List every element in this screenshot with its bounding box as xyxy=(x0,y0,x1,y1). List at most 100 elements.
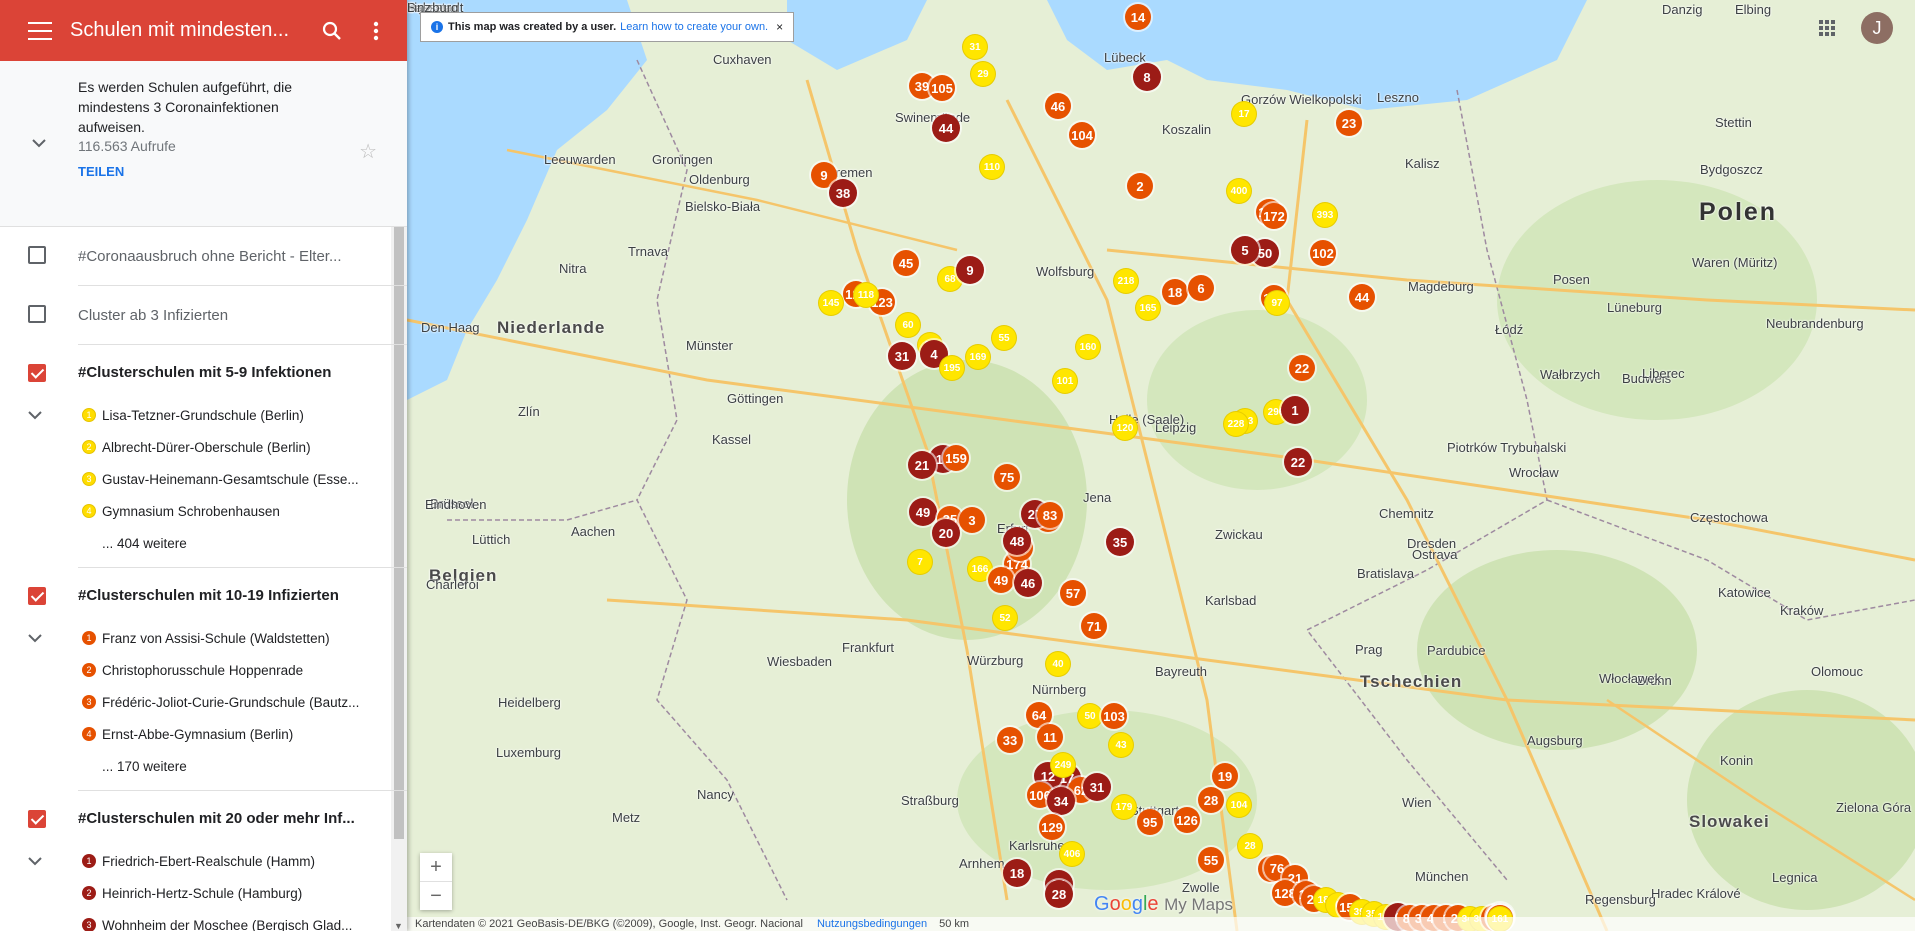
cluster-marker-red[interactable]: 34 xyxy=(1047,787,1075,815)
cluster-marker-red[interactable]: 48 xyxy=(1003,527,1031,555)
search-icon[interactable] xyxy=(320,19,344,43)
cluster-marker-yellow[interactable]: 104 xyxy=(1227,793,1251,817)
list-item[interactable]: 1 Franz von Assisi-Schule (Waldstetten) xyxy=(78,622,407,654)
collapse-chevron-icon[interactable] xyxy=(28,411,42,420)
cluster-marker-red[interactable]: 18 xyxy=(1003,859,1031,887)
star-icon[interactable]: ☆ xyxy=(359,139,377,164)
cluster-marker-orange[interactable]: 126 xyxy=(1174,807,1200,833)
cluster-marker-red[interactable]: 49 xyxy=(909,498,937,526)
cluster-marker-yellow[interactable]: 40 xyxy=(1046,652,1070,676)
more-items-link[interactable]: ... 404 weitere xyxy=(78,527,407,559)
cluster-marker-orange[interactable]: 129 xyxy=(1039,814,1065,840)
cluster-marker-orange[interactable]: 3 xyxy=(959,507,985,533)
layer-coronaausbruch[interactable]: #Coronaausbruch ohne Bericht - Elter... xyxy=(28,227,407,286)
cluster-marker-orange[interactable]: 83 xyxy=(1037,502,1063,528)
list-item[interactable]: 4 Ernst-Abbe-Gymnasium (Berlin) xyxy=(78,718,407,750)
layer-checkbox[interactable] xyxy=(28,305,46,323)
list-item[interactable]: 1 Lisa-Tetzner-Grundschule (Berlin) xyxy=(78,399,407,431)
cluster-marker-yellow[interactable]: 218 xyxy=(1114,269,1138,293)
cluster-marker-yellow[interactable]: 31 xyxy=(963,35,987,59)
cluster-marker-yellow[interactable]: 400 xyxy=(1227,179,1251,203)
layer-title[interactable]: Cluster ab 3 Infizierten xyxy=(78,307,368,324)
cluster-marker-orange[interactable]: 14 xyxy=(1125,4,1151,30)
cluster-marker-yellow[interactable]: 195 xyxy=(940,356,964,380)
cluster-marker-yellow[interactable]: 406 xyxy=(1060,842,1084,866)
cluster-marker-orange[interactable]: 103 xyxy=(1101,703,1127,729)
cluster-marker-orange[interactable]: 11 xyxy=(1037,724,1063,750)
share-button[interactable]: TEILEN xyxy=(78,164,367,179)
cluster-marker-yellow[interactable]: 160 xyxy=(1076,335,1100,359)
cluster-marker-yellow[interactable]: 28 xyxy=(1238,834,1262,858)
cluster-marker-yellow[interactable]: 228 xyxy=(1224,412,1248,436)
cluster-marker-red[interactable]: 22 xyxy=(1284,448,1312,476)
layer-clusterschulen-20-plus[interactable]: #Clusterschulen mit 20 oder mehr Inf... xyxy=(28,791,407,845)
cluster-marker-orange[interactable]: 95 xyxy=(1137,809,1163,835)
cluster-marker-yellow[interactable]: 17 xyxy=(1232,102,1256,126)
cluster-marker-orange[interactable]: 102 xyxy=(1310,240,1336,266)
cluster-marker-yellow[interactable]: 169 xyxy=(966,345,990,369)
cluster-marker-yellow[interactable]: 97 xyxy=(1265,291,1289,315)
cluster-marker-yellow[interactable]: 393 xyxy=(1313,203,1337,227)
cluster-marker-orange[interactable]: 23 xyxy=(1336,110,1362,136)
cluster-marker-orange[interactable]: 6 xyxy=(1188,275,1214,301)
list-item[interactable]: 1 Friedrich-Ebert-Realschule (Hamm) xyxy=(78,845,407,877)
list-item[interactable]: 3 Frédéric-Joliot-Curie-Grundschule (Baut… xyxy=(78,686,407,718)
list-item[interactable]: 4 Gymnasium Schrobenhausen xyxy=(78,495,407,527)
layer-title[interactable]: #Clusterschulen mit 5-9 Infektionen xyxy=(78,364,368,381)
list-item[interactable]: 2 Heinrich-Hertz-Schule (Hamburg) xyxy=(78,877,407,909)
terms-link[interactable]: Nutzungsbedingungen xyxy=(817,918,927,930)
cluster-marker-yellow[interactable]: 101 xyxy=(1053,369,1077,393)
layer-checkbox[interactable] xyxy=(28,364,46,382)
cluster-marker-red[interactable]: 1 xyxy=(1281,396,1309,424)
close-icon[interactable]: × xyxy=(776,20,783,34)
cluster-marker-yellow[interactable]: 165 xyxy=(1136,296,1160,320)
list-item[interactable]: 2 Albrecht-Dürer-Oberschule (Berlin) xyxy=(78,431,407,463)
cluster-marker-orange[interactable]: 2 xyxy=(1127,173,1153,199)
cluster-marker-red[interactable]: 46 xyxy=(1014,569,1042,597)
cluster-marker-red[interactable]: 28 xyxy=(1045,880,1073,908)
cluster-marker-orange[interactable]: 71 xyxy=(1081,613,1107,639)
collapse-chevron-icon[interactable] xyxy=(32,139,46,148)
cluster-marker-orange[interactable]: 22 xyxy=(1289,355,1315,381)
cluster-marker-yellow[interactable]: 118 xyxy=(854,283,878,307)
layer-title[interactable]: #Coronaausbruch ohne Bericht - Elter... xyxy=(78,248,368,265)
more-items-link[interactable]: ... 170 weitere xyxy=(78,750,407,782)
apps-grid-icon[interactable] xyxy=(1819,20,1835,36)
layer-clusterschulen-5-9[interactable]: #Clusterschulen mit 5-9 Infektionen xyxy=(28,345,407,399)
cluster-marker-orange[interactable]: 46 xyxy=(1045,93,1071,119)
cluster-marker-orange[interactable]: 105 xyxy=(929,75,955,101)
cluster-marker-yellow[interactable]: 7 xyxy=(908,550,932,574)
cluster-marker-yellow[interactable]: 50 xyxy=(1078,704,1102,728)
cluster-marker-yellow[interactable]: 43 xyxy=(1109,733,1133,757)
layer-checkbox[interactable] xyxy=(28,246,46,264)
cluster-marker-yellow[interactable]: 179 xyxy=(1112,795,1136,819)
cluster-marker-orange[interactable]: 18 xyxy=(1162,279,1188,305)
map-canvas[interactable]: Niederlande Belgien Tschechien Slowakei Pole… xyxy=(407,0,1915,931)
cluster-marker-yellow[interactable]: 145 xyxy=(819,291,843,315)
cluster-marker-red[interactable]: 8 xyxy=(1133,63,1161,91)
cluster-marker-red[interactable]: 5 xyxy=(1231,236,1259,264)
cluster-marker-orange[interactable]: 44 xyxy=(1349,284,1375,310)
cluster-marker-orange[interactable]: 159 xyxy=(943,445,969,471)
cluster-marker-red[interactable]: 44 xyxy=(932,114,960,142)
collapse-chevron-icon[interactable] xyxy=(28,634,42,643)
cluster-marker-orange[interactable]: 55 xyxy=(1198,847,1224,873)
avatar[interactable]: J xyxy=(1861,12,1893,44)
cluster-marker-red[interactable]: 31 xyxy=(888,342,916,370)
cluster-marker-yellow[interactable]: 29 xyxy=(971,62,995,86)
cluster-marker-yellow[interactable]: 120 xyxy=(1113,416,1137,440)
cluster-marker-yellow[interactable]: 249 xyxy=(1051,753,1075,777)
cluster-marker-red[interactable]: 21 xyxy=(908,451,936,479)
layer-clusterschulen-10-19[interactable]: #Clusterschulen mit 10-19 Infizierten xyxy=(28,568,407,622)
layer-title[interactable]: #Clusterschulen mit 20 oder mehr Inf... xyxy=(78,810,368,827)
layer-cluster-ab-3[interactable]: Cluster ab 3 Infizierten xyxy=(28,286,407,345)
cluster-marker-yellow[interactable]: 52 xyxy=(993,606,1017,630)
collapse-chevron-icon[interactable] xyxy=(28,857,42,866)
layer-title[interactable]: #Clusterschulen mit 10-19 Infizierten xyxy=(78,587,368,604)
zoom-in-button[interactable]: + xyxy=(420,853,452,882)
list-item[interactable]: 3 Gustav-Heinemann-Gesamtschule (Esse... xyxy=(78,463,407,495)
cluster-marker-red[interactable]: 20 xyxy=(932,519,960,547)
cluster-marker-orange[interactable]: 19 xyxy=(1212,763,1238,789)
cluster-marker-orange[interactable]: 75 xyxy=(994,464,1020,490)
cluster-marker-orange[interactable]: 33 xyxy=(997,727,1023,753)
